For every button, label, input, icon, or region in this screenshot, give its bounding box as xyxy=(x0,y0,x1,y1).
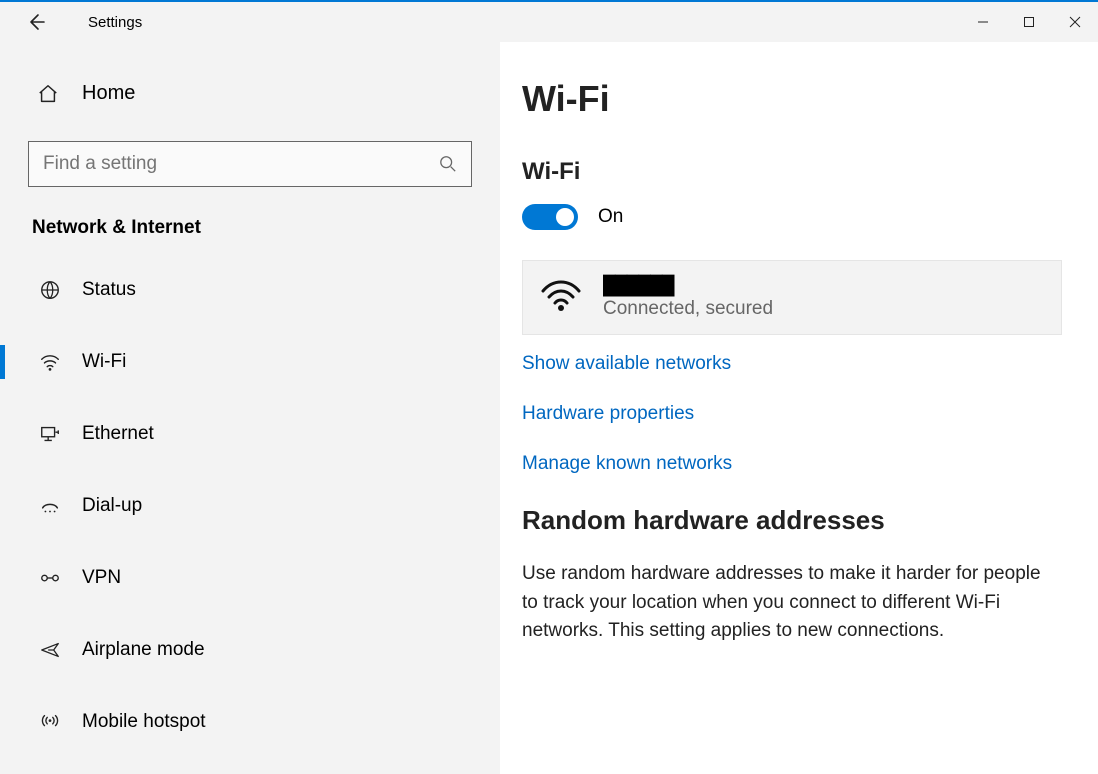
dialup-icon xyxy=(38,495,62,517)
hardware-properties-link[interactable]: Hardware properties xyxy=(522,403,1062,425)
content-area: Wi-Fi Wi-Fi On ██████ Connected, secured… xyxy=(500,42,1098,774)
sidebar-item-label: Dial-up xyxy=(82,495,142,517)
home-icon xyxy=(36,83,60,105)
sidebar-item-label: Status xyxy=(82,279,136,301)
hotspot-icon xyxy=(38,711,62,733)
wifi-toggle[interactable] xyxy=(522,204,578,230)
window-title: Settings xyxy=(88,14,142,31)
sidebar-item-label: Mobile hotspot xyxy=(82,711,206,733)
page-title: Wi-Fi xyxy=(522,78,1062,120)
network-status: Connected, secured xyxy=(603,298,773,320)
sidebar-item-label: Ethernet xyxy=(82,423,154,445)
ethernet-icon xyxy=(38,423,62,445)
titlebar: Settings xyxy=(0,2,1098,42)
sidebar-item-ethernet[interactable]: Ethernet xyxy=(28,407,472,461)
minimize-icon xyxy=(977,16,989,28)
globe-icon xyxy=(38,279,62,301)
wifi-toggle-label: On xyxy=(598,206,623,228)
sidebar-item-airplane[interactable]: Airplane mode xyxy=(28,623,472,677)
sidebar-item-dialup[interactable]: Dial-up xyxy=(28,479,472,533)
sidebar-item-status[interactable]: Status xyxy=(28,263,472,317)
show-available-networks-link[interactable]: Show available networks xyxy=(522,353,1062,375)
wifi-icon xyxy=(38,351,62,373)
window-controls xyxy=(960,2,1098,42)
sidebar-item-label: Wi-Fi xyxy=(82,351,126,373)
wifi-subheading: Wi-Fi xyxy=(522,158,1062,186)
sidebar-item-label: VPN xyxy=(82,567,121,589)
sidebar-item-vpn[interactable]: VPN xyxy=(28,551,472,605)
section-header: Network & Internet xyxy=(28,217,472,239)
search-box[interactable] xyxy=(28,141,472,187)
airplane-icon xyxy=(38,639,62,661)
wifi-signal-icon xyxy=(541,277,581,318)
minimize-button[interactable] xyxy=(960,2,1006,42)
search-icon xyxy=(439,155,457,173)
manage-known-networks-link[interactable]: Manage known networks xyxy=(522,453,1062,475)
network-name: ██████ xyxy=(603,275,773,296)
arrow-left-icon xyxy=(26,12,46,32)
maximize-button[interactable] xyxy=(1006,2,1052,42)
current-network-card[interactable]: ██████ Connected, secured xyxy=(522,260,1062,335)
sidebar-item-label: Airplane mode xyxy=(82,639,205,661)
sidebar: Home Network & Internet Status Wi-Fi Eth… xyxy=(0,42,500,774)
wifi-toggle-row: On xyxy=(522,204,1062,230)
close-icon xyxy=(1069,16,1081,28)
random-hw-description: Use random hardware addresses to make it… xyxy=(522,560,1042,646)
close-button[interactable] xyxy=(1052,2,1098,42)
maximize-icon xyxy=(1023,16,1035,28)
search-input[interactable] xyxy=(43,153,439,175)
sidebar-item-wifi[interactable]: Wi-Fi xyxy=(28,335,472,389)
back-button[interactable] xyxy=(24,10,48,34)
home-label: Home xyxy=(82,82,135,105)
vpn-icon xyxy=(38,567,62,589)
sidebar-item-hotspot[interactable]: Mobile hotspot xyxy=(28,695,472,749)
random-hw-heading: Random hardware addresses xyxy=(522,505,1062,536)
home-button[interactable]: Home xyxy=(28,72,472,115)
